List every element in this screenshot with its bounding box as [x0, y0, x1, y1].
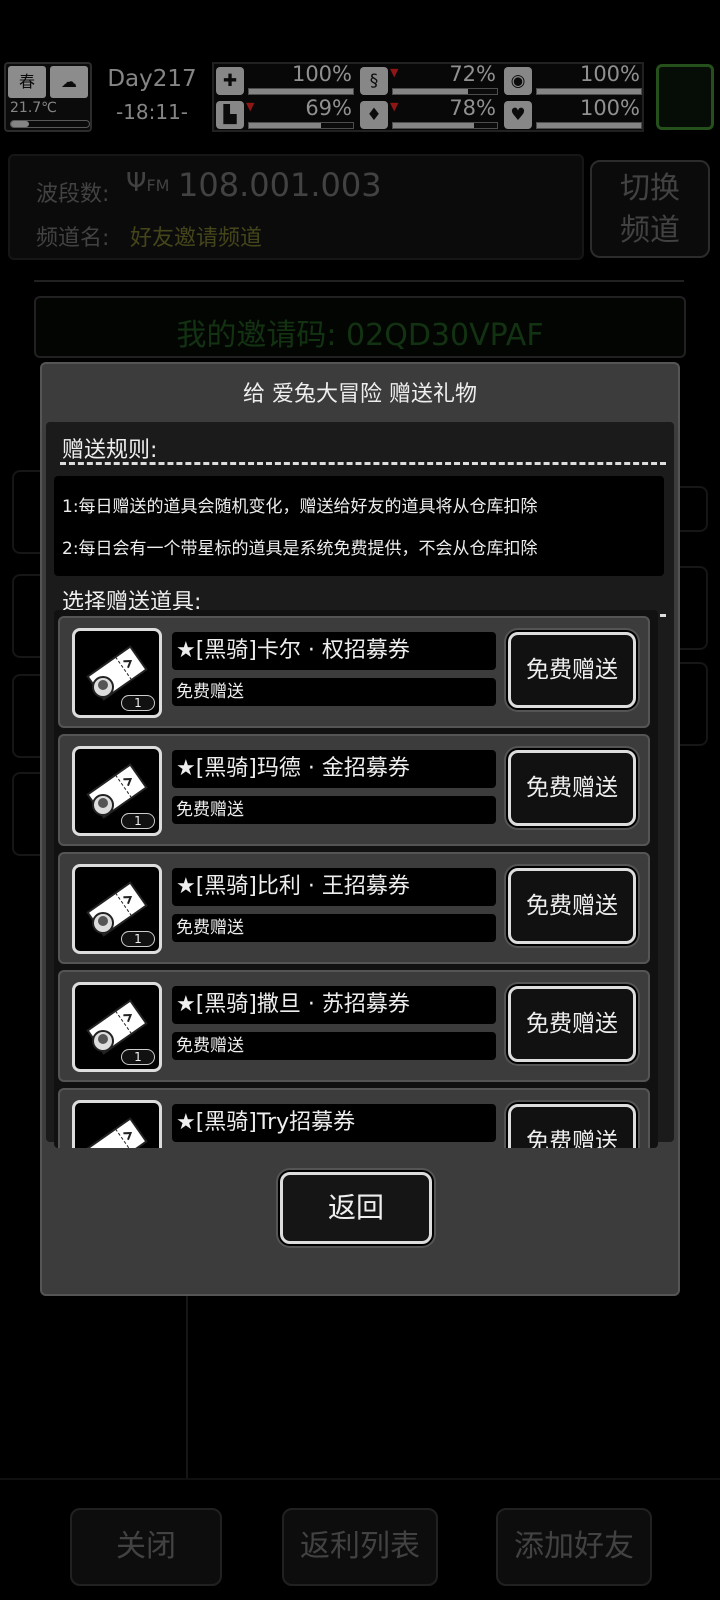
gift-item: 1 ★[黑骑]比利 · 王招募券 免费赠送 免费赠送 — [58, 852, 650, 964]
recruit-ticket-icon: 1 — [72, 982, 162, 1072]
rules-divider — [60, 462, 666, 465]
recruit-ticket-icon: 1 — [72, 864, 162, 954]
item-name: ★[黑骑]Try招募券 — [172, 1104, 496, 1142]
free-gift-button[interactable]: 免费赠送 — [508, 986, 636, 1062]
gift-dialog: 给 爱兔大冒险 赠送礼物 赠送规则: 1:每日赠送的道具会随机变化，赠送给好友的… — [40, 362, 680, 1296]
item-count: 1 — [121, 695, 155, 711]
recruit-ticket-icon: 1 — [72, 746, 162, 836]
gift-item-list[interactable]: 1 ★[黑骑]卡尔 · 权招募券 免费赠送 免费赠送 1 ★[黑骑]玛德 · 金招募券 免费… — [54, 610, 658, 1148]
free-gift-button[interactable]: 免费赠送 — [508, 1104, 636, 1148]
item-name: ★[黑骑]玛德 · 金招募券 — [172, 750, 496, 788]
item-cost: 免费赠送 — [172, 796, 496, 824]
item-name: ★[黑骑]比利 · 王招募券 — [172, 868, 496, 906]
rule-2: 2:每日会有一个带星标的道具是系统免费提供，不会从仓库扣除 — [62, 539, 538, 559]
dialog-title: 给 爱兔大冒险 赠送礼物 — [243, 382, 477, 407]
gift-item: 1★[黑骑]Try招募券免费赠送免费赠送 — [58, 1088, 650, 1148]
free-gift-button[interactable]: 免费赠送 — [508, 632, 636, 708]
item-count: 1 — [121, 931, 155, 947]
recruit-ticket-icon: 1 — [72, 1100, 162, 1148]
back-button[interactable]: 返回 — [280, 1172, 432, 1244]
item-count: 1 — [121, 813, 155, 829]
free-gift-button[interactable]: 免费赠送 — [508, 750, 636, 826]
recruit-ticket-icon: 1 — [72, 628, 162, 718]
item-cost: 免费赠送 — [172, 678, 496, 706]
gift-item: 1 ★[黑骑]卡尔 · 权招募券 免费赠送 免费赠送 — [58, 616, 650, 728]
item-count: 1 — [121, 1049, 155, 1065]
gift-item: 1 ★[黑骑]撒旦 · 苏招募券 免费赠送 免费赠送 — [58, 970, 650, 1082]
rules-box: 1:每日赠送的道具会随机变化，赠送给好友的道具将从仓库扣除 2:每日会有一个带星… — [54, 476, 664, 576]
item-name: ★[黑骑]撒旦 · 苏招募券 — [172, 986, 496, 1024]
item-cost: 免费赠送 — [172, 1032, 496, 1060]
rule-1: 1:每日赠送的道具会随机变化，赠送给好友的道具将从仓库扣除 — [62, 497, 538, 517]
item-cost: 免费赠送 — [172, 914, 496, 942]
rules-heading: 赠送规则: — [62, 438, 158, 463]
free-gift-button[interactable]: 免费赠送 — [508, 868, 636, 944]
item-name: ★[黑骑]卡尔 · 权招募券 — [172, 632, 496, 670]
gift-item: 1 ★[黑骑]玛德 · 金招募券 免费赠送 免费赠送 — [58, 734, 650, 846]
